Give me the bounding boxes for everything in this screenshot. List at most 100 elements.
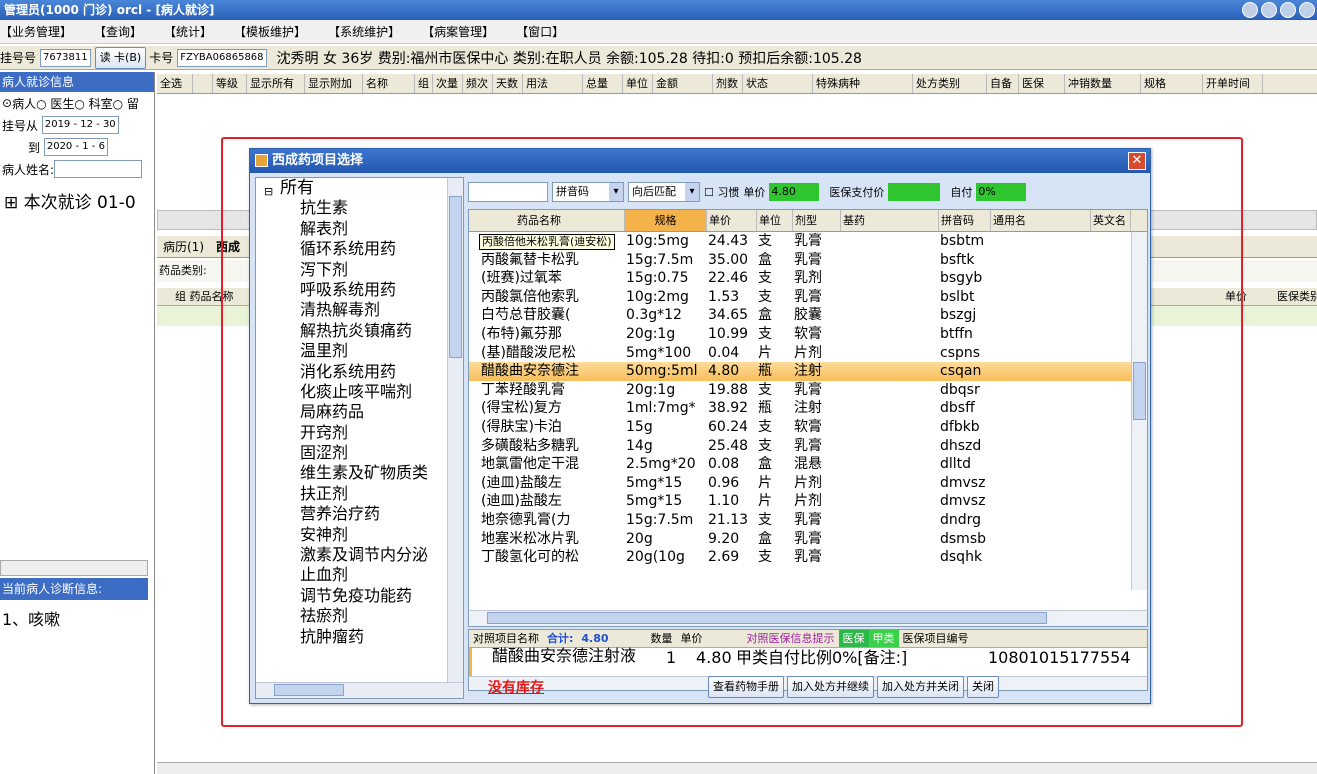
drug-row[interactable]: (班赛)过氧苯 15g:0.75 22.46 支 乳剂 bsgyb (469, 269, 1147, 288)
match-select[interactable]: 向后匹配 (628, 182, 700, 202)
tree-item[interactable]: 消化系统用药 (256, 362, 463, 382)
menu-template[interactable]: 【模板维护】 (234, 23, 306, 40)
col-generic[interactable]: 通用名 (991, 210, 1091, 231)
drug-form: 乳膏 (794, 381, 822, 398)
search-input[interactable] (468, 182, 548, 202)
menu-business[interactable]: 【业务管理】 (0, 23, 72, 40)
close-button[interactable]: 关闭 (967, 676, 999, 698)
col-price[interactable]: 单价 (707, 210, 757, 231)
tree-item[interactable]: 开窍剂 (256, 423, 463, 443)
menu-query[interactable]: 【查询】 (94, 23, 142, 40)
menu-stats[interactable]: 【统计】 (164, 23, 212, 40)
menu-records[interactable]: 【病案管理】 (422, 23, 494, 40)
scroll-thumb[interactable] (274, 684, 344, 696)
drug-row[interactable]: 地氯雷他定干混 2.5mg*20 0.08 盒 混悬 dlltd (469, 455, 1147, 474)
tree-vscrollbar[interactable] (447, 178, 463, 682)
add-continue-button[interactable]: 加入处方并继续 (787, 676, 874, 698)
window-controls[interactable] (1242, 2, 1315, 18)
control-icon[interactable] (1261, 2, 1277, 18)
drug-row[interactable]: (迪皿)盐酸左 5mg*15 1.10 片 片剂 dmvsz (469, 492, 1147, 511)
control-icon[interactable] (1280, 2, 1296, 18)
tree-item[interactable]: 解热抗炎镇痛药 (256, 321, 463, 341)
col-basic[interactable]: 基药 (841, 210, 939, 231)
col-english[interactable]: 英文名 (1091, 210, 1131, 231)
tree-item[interactable]: 祛瘀剂 (256, 606, 463, 626)
tab-history[interactable]: 病历(1) (157, 238, 210, 255)
drug-row[interactable]: 地奈德乳膏(力 15g:7.5m 21.13 支 乳膏 dndrg (469, 511, 1147, 530)
filter-radios[interactable]: ⊙ 病人○ 医生○ 科室○ 留 (0, 92, 154, 114)
drug-row[interactable]: (得宝松)复方 1ml:7mg* 38.92 瓶 注射 dbsff (469, 399, 1147, 418)
col-unit[interactable]: 单位 (757, 210, 793, 231)
drug-spec: 10g:5mg (626, 233, 689, 249)
tree-item[interactable]: 固涩剂 (256, 443, 463, 463)
drug-grid-hscrollbar[interactable] (469, 610, 1147, 626)
drug-manual-button[interactable]: 查看药物手册 (708, 676, 784, 698)
col-show-all[interactable]: 显示所有 (247, 74, 305, 93)
add-close-button[interactable]: 加入处方并关闭 (877, 676, 964, 698)
drug-unit: 支 (758, 511, 772, 528)
drug-row[interactable]: (布特)氟芬那 20g:1g 10.99 支 软膏 btffn (469, 325, 1147, 344)
tree-root[interactable]: ⊟ 所有 (256, 178, 463, 198)
dialog-title-bar: 西成药项目选择 ✕ (250, 149, 1150, 173)
col-form[interactable]: 剂型 (793, 210, 841, 231)
drug-row[interactable]: 丙酸氟替卡松乳 15g:7.5m 35.00 盒 乳膏 bsftk (469, 251, 1147, 270)
card-no-input[interactable]: FZYBA06865868 (177, 48, 267, 67)
tree-item[interactable]: 扶正剂 (256, 484, 463, 504)
diagnosis-text: 1、咳嗽 (2, 610, 61, 629)
col-select-all[interactable]: 全选 (157, 74, 193, 93)
tree-item[interactable]: 维生素及矿物质类 (256, 463, 463, 483)
drug-row[interactable]: 丁苯羟酸乳膏 20g:1g 19.88 支 乳膏 dbqsr (469, 381, 1147, 400)
menu-window[interactable]: 【窗口】 (516, 23, 564, 40)
drug-row[interactable]: (得肤宝)卡泊 15g 60.24 支 软膏 dfbkb (469, 418, 1147, 437)
col-spec[interactable]: 规格 (625, 210, 707, 231)
tree-item[interactable]: 调节免疫功能药 (256, 586, 463, 606)
drug-row[interactable]: 醋酸曲安奈德注 50mg:5ml 4.80 瓶 注射 csqan (469, 362, 1147, 381)
tree-item[interactable]: 止血剂 (256, 565, 463, 585)
reg-no-input[interactable]: 7673811 (40, 48, 91, 67)
tree-item[interactable]: 抗生素 (256, 198, 463, 218)
tree-item[interactable]: 清热解毒剂 (256, 300, 463, 320)
tree-item[interactable]: 泻下剂 (256, 260, 463, 280)
name-input[interactable] (54, 160, 143, 178)
scroll-thumb[interactable] (1133, 362, 1146, 420)
tree-item[interactable]: 呼吸系统用药 (256, 280, 463, 300)
read-card-button[interactable]: 读 卡(B) (94, 46, 147, 69)
habit-checkbox[interactable]: ☐ 习惯 (704, 184, 739, 200)
drug-row[interactable]: (迪皿)盐酸左 5mg*15 0.96 片 片剂 dmvsz (469, 474, 1147, 493)
scroll-thumb[interactable] (487, 612, 1047, 624)
col-drug-name[interactable]: 药品名称 (469, 210, 625, 231)
bottom-scrollbar[interactable] (157, 762, 1317, 774)
tree-item[interactable]: 营养治疗药 (256, 504, 463, 524)
left-hscrollbar[interactable] (0, 560, 148, 576)
drug-row[interactable]: 地塞米松冰片乳 20g 9.20 盒 乳膏 dsmsb (469, 530, 1147, 549)
from-date-picker[interactable]: 2019 - 12 - 30 (41, 116, 119, 134)
drug-row[interactable]: 多磺酸粘多糖乳 14g 25.48 支 乳膏 dhszd (469, 437, 1147, 456)
tree-item[interactable]: 局麻药品 (256, 402, 463, 422)
drug-name: (班赛)过氧苯 (481, 270, 562, 287)
tree-item[interactable]: 安神剂 (256, 525, 463, 545)
tree-item[interactable]: 化痰止咳平喘剂 (256, 382, 463, 402)
tree-item[interactable]: 循环系统用药 (256, 239, 463, 259)
menu-system[interactable]: 【系统维护】 (328, 23, 400, 40)
col-show-extra[interactable]: 显示附加 (305, 74, 363, 93)
tree-hscrollbar[interactable] (256, 682, 463, 698)
tree-item[interactable]: 抗肿瘤药 (256, 627, 463, 647)
visit-tree-item[interactable]: ⊞ 本次就诊 01-0 (0, 188, 154, 213)
drug-grid-vscrollbar[interactable] (1131, 232, 1147, 590)
scroll-thumb[interactable] (449, 196, 462, 358)
tree-item[interactable]: 解表剂 (256, 219, 463, 239)
no-stock-link[interactable]: 没有库存 (488, 677, 544, 697)
drug-row[interactable]: 丙酸氯倍他索乳 10g:2mg 1.53 支 乳膏 bslbt (469, 288, 1147, 307)
drug-row[interactable]: (基)醋酸泼尼松 5mg*100 0.04 片 片剂 cspns (469, 344, 1147, 363)
to-date-picker[interactable]: 2020 - 1 - 6 (43, 138, 108, 156)
control-icon[interactable] (1242, 2, 1258, 18)
drug-row[interactable]: 丁酸氢化可的松 20g(10g 2.69 支 乳膏 dsqhk (469, 548, 1147, 567)
close-icon[interactable]: ✕ (1128, 152, 1146, 170)
drug-price: 0.04 (708, 344, 740, 361)
control-icon[interactable] (1299, 2, 1315, 18)
col-pinyin[interactable]: 拼音码 (939, 210, 991, 231)
mode-select[interactable]: 拼音码 (552, 182, 624, 202)
tree-item[interactable]: 温里剂 (256, 341, 463, 361)
drug-row[interactable]: 白芍总苷胶囊(0.3g*12 34.65 盒 胶囊 bszgj (469, 306, 1147, 325)
tree-item[interactable]: 激素及调节内分泌 (256, 545, 463, 565)
